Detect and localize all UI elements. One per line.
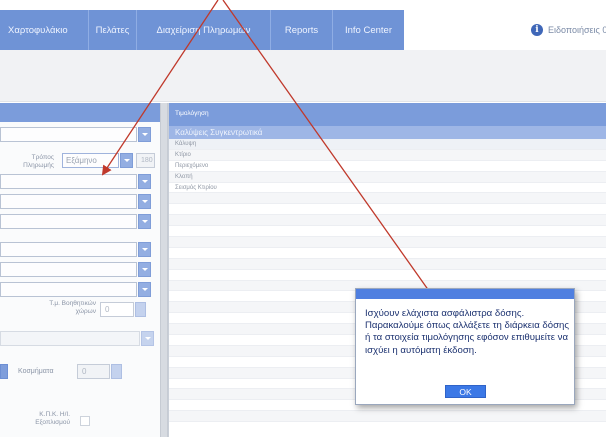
form-field-5-dropdown[interactable] xyxy=(138,242,151,257)
pricing-header: Τιμολόγηση xyxy=(169,103,606,126)
coverage-row[interactable]: Περιεχόμενο xyxy=(169,161,606,172)
notifications[interactable]: i Ειδοποιήσεις 0 xyxy=(531,24,606,36)
chevron-down-icon xyxy=(144,337,151,340)
form-field-6[interactable] xyxy=(0,262,137,277)
ok-button[interactable]: OK xyxy=(445,385,486,398)
chevron-down-icon xyxy=(123,159,130,162)
coverage-row[interactable] xyxy=(169,270,606,281)
form-field-5[interactable] xyxy=(0,242,137,257)
coverage-row[interactable] xyxy=(169,237,606,248)
chevron-down-icon xyxy=(141,220,148,223)
dialog-message: Ισχύουν ελάχιστα ασφάλιστρα δόσης. Παρακ… xyxy=(365,308,569,356)
top-bar: Χαρτοφυλάκιο Πελάτες Διαχείριση Πληρωμών… xyxy=(0,10,606,50)
coverage-category-label: Καλύψεις Συγκεντρωτικά xyxy=(175,128,263,137)
form-field-1[interactable] xyxy=(0,127,137,142)
form-field-2[interactable] xyxy=(0,174,137,189)
form-field-3-dropdown[interactable] xyxy=(138,194,151,209)
payment-method-select[interactable]: Εξάμηνο xyxy=(62,153,119,168)
form-field-8 xyxy=(0,331,140,346)
coverage-row[interactable] xyxy=(169,193,606,205)
chevron-down-icon xyxy=(141,133,148,136)
furnishings-stepper[interactable] xyxy=(111,364,122,379)
form-field-6-dropdown[interactable] xyxy=(138,262,151,277)
kpk-label: Κ.Π.Κ. Η/Ι. Εξοπλισμού xyxy=(35,411,70,426)
dialog-title-bar[interactable] xyxy=(356,289,574,299)
main-nav: Χαρτοφυλάκιο Πελάτες Διαχείριση Πληρωμών… xyxy=(0,10,404,50)
payment-method-label: Τρόπος Πληρωμής xyxy=(23,154,54,169)
warning-dialog: Ισχύουν ελάχιστα ασφάλιστρα δόσης. Παρακ… xyxy=(355,288,575,405)
info-icon: i xyxy=(531,24,543,36)
form-field-7[interactable] xyxy=(0,282,137,297)
coverage-row[interactable]: Κτίριο xyxy=(169,149,606,161)
form-field-7-dropdown[interactable] xyxy=(138,282,151,297)
nav-tab-info-center[interactable]: Info Center xyxy=(333,10,404,50)
aux-spaces-input[interactable]: 0 xyxy=(100,302,134,317)
form-panel-body: Τρόπος Πληρωμής Εξάμηνο 180 Τ.μ. Βοηθητι… xyxy=(0,122,165,437)
coverage-row[interactable] xyxy=(169,411,606,423)
toolbar-band xyxy=(0,50,606,102)
pricing-header-label: Τιμολόγηση xyxy=(175,110,209,117)
nav-tab-payments[interactable]: Διαχείριση Πληρωμών xyxy=(137,10,271,50)
chevron-down-icon xyxy=(141,248,148,251)
form-field-8-dropdown xyxy=(141,331,154,346)
coverage-row[interactable]: Κάλυψη xyxy=(169,139,606,150)
aux-spaces-label: Τ.μ. Βοηθητικών χώρων xyxy=(49,300,96,315)
form-field-4[interactable] xyxy=(0,214,137,229)
form-field-2-dropdown[interactable] xyxy=(138,174,151,189)
kpk-checkbox[interactable] xyxy=(80,416,90,426)
chevron-down-icon xyxy=(141,268,148,271)
form-field-3[interactable] xyxy=(0,194,137,209)
coverage-row[interactable]: Κλοπή xyxy=(169,171,606,183)
nav-tab-reports[interactable]: Reports xyxy=(271,10,333,50)
form-field-4-dropdown[interactable] xyxy=(138,214,151,229)
coverage-row[interactable] xyxy=(169,258,606,270)
furnishings-input[interactable]: 0 xyxy=(77,364,110,379)
coverage-row[interactable] xyxy=(169,215,606,227)
coverage-row[interactable] xyxy=(169,226,606,238)
payment-method-extra: 180 xyxy=(136,153,155,168)
coverage-category-header: Καλύψεις Συγκεντρωτικά xyxy=(169,126,606,139)
chevron-down-icon xyxy=(141,288,148,291)
coverage-row[interactable] xyxy=(169,248,606,259)
payment-method-dropdown[interactable] xyxy=(120,153,133,168)
form-panel-header xyxy=(0,103,165,122)
chevron-down-icon xyxy=(141,200,148,203)
form-field-1-dropdown[interactable] xyxy=(138,127,151,142)
nav-tab-customers[interactable]: Πελάτες xyxy=(89,10,137,50)
app-window: Χαρτοφυλάκιο Πελάτες Διαχείριση Πληρωμών… xyxy=(0,0,606,437)
chevron-down-icon xyxy=(141,180,148,183)
furnishings-label: Κοσμήματα xyxy=(18,368,54,375)
furnishings-toggle[interactable] xyxy=(0,364,8,379)
coverage-row[interactable] xyxy=(169,204,606,216)
coverage-row[interactable]: Σεισμός Κτιρίου xyxy=(169,183,606,194)
aux-spaces-stepper[interactable] xyxy=(135,302,146,317)
notifications-label: Ειδοποιήσεις 0 xyxy=(548,25,606,35)
form-panel: Τρόπος Πληρωμής Εξάμηνο 180 Τ.μ. Βοηθητι… xyxy=(0,103,165,437)
nav-tab-portfolio[interactable]: Χαρτοφυλάκιο xyxy=(0,10,89,50)
panel-splitter[interactable] xyxy=(160,103,168,437)
